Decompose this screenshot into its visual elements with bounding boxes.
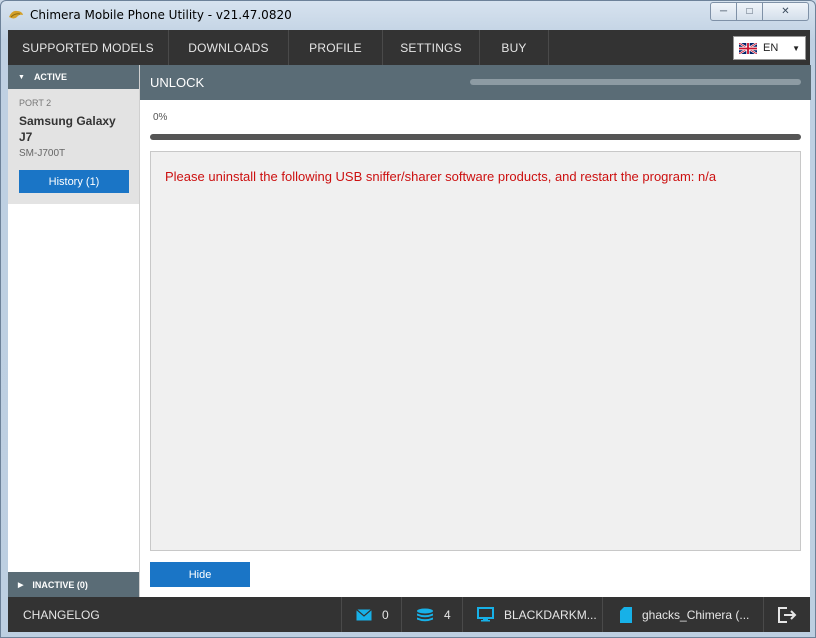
changelog-label: CHANGELOG: [23, 607, 100, 622]
top-nav: SUPPORTED MODELS DOWNLOADS PROFILE SETTI…: [8, 30, 810, 65]
history-button[interactable]: History (1): [19, 170, 129, 193]
log-message: Please uninstall the following USB sniff…: [165, 169, 717, 184]
close-button[interactable]: ✕: [763, 2, 809, 21]
envelope-icon: [356, 608, 372, 621]
changelog-button[interactable]: CHANGELOG: [8, 597, 105, 632]
card-icon: [620, 606, 632, 623]
log-output: Please uninstall the following USB sniff…: [150, 151, 801, 551]
progress-bar: [150, 134, 801, 140]
language-select[interactable]: EN ▼: [733, 36, 806, 60]
device-name: Samsung Galaxy J7: [19, 114, 116, 144]
logout-button[interactable]: [763, 597, 810, 632]
credits-count: 4: [444, 607, 451, 622]
license-button[interactable]: ghacks_Chimera (...: [602, 597, 763, 632]
computer-name: BLACKDARKM...: [504, 607, 597, 622]
nav-profile[interactable]: PROFILE: [289, 30, 383, 65]
sidebar: ▼ ACTIVE PORT 2 Samsung Galaxy J7 SM-J70…: [8, 65, 139, 597]
bottom-bar: CHANGELOG 0 4 BLACKDARKM... ghacks_Chime…: [8, 597, 810, 632]
window-title: Chimera Mobile Phone Utility - v21.47.08…: [30, 8, 292, 22]
nav-buy[interactable]: BUY: [480, 30, 549, 65]
client-area: SUPPORTED MODELS DOWNLOADS PROFILE SETTI…: [8, 30, 811, 632]
device-model: SM-J700T: [19, 148, 66, 159]
nav-settings[interactable]: SETTINGS: [383, 30, 480, 65]
device-port: PORT 2: [19, 98, 52, 108]
coin-stack-icon: [416, 608, 434, 622]
operation-title: UNLOCK: [150, 75, 205, 90]
language-value: EN: [763, 42, 779, 54]
chevron-down-icon: ▼: [792, 44, 800, 53]
messages-count: 0: [382, 607, 389, 622]
nav-downloads[interactable]: DOWNLOADS: [169, 30, 289, 65]
hide-button[interactable]: Hide: [150, 562, 250, 587]
app-window: Chimera Mobile Phone Utility - v21.47.08…: [0, 0, 816, 638]
main-header: UNLOCK: [140, 65, 811, 100]
uk-flag-icon: [738, 41, 758, 55]
progress-percent: 0%: [153, 112, 168, 123]
monitor-icon: [477, 607, 494, 622]
active-section-header[interactable]: ▼ ACTIVE: [8, 65, 139, 89]
chimera-logo-icon: [8, 8, 24, 22]
license-name: ghacks_Chimera (...: [642, 607, 750, 622]
active-section-label: ACTIVE: [33, 72, 67, 82]
triangle-right-icon: ▶: [18, 581, 24, 589]
header-progress-bar: [470, 79, 801, 85]
logout-icon: [777, 606, 797, 624]
main-panel: UNLOCK 0% Please uninstall the following…: [139, 65, 811, 597]
triangle-down-icon: ▼: [18, 73, 25, 81]
inactive-section-header[interactable]: ▶ INACTIVE (0): [8, 572, 139, 597]
title-bar[interactable]: Chimera Mobile Phone Utility - v21.47.08…: [1, 1, 815, 30]
nav-supported-models[interactable]: SUPPORTED MODELS: [8, 30, 169, 65]
window-controls: ─ □ ✕: [710, 2, 809, 21]
device-card[interactable]: PORT 2 Samsung Galaxy J7 SM-J700T Histor…: [8, 89, 139, 204]
minimize-button[interactable]: ─: [710, 2, 737, 21]
inactive-section-label: INACTIVE (0): [32, 579, 88, 590]
messages-button[interactable]: 0: [341, 597, 401, 632]
maximize-button[interactable]: □: [737, 2, 763, 21]
credits-button[interactable]: 4: [401, 597, 462, 632]
computer-button[interactable]: BLACKDARKM...: [462, 597, 602, 632]
